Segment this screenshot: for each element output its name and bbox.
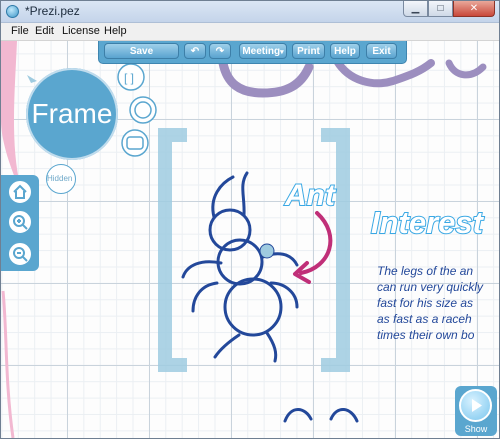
canvas-artwork: Ant Interest The legs of the an can run … [1,41,487,438]
body-line: fast for his size as [377,296,473,310]
exit-button[interactable]: Exit [366,43,397,59]
pink-wave-decoration [1,41,23,196]
show-label: Show [464,424,488,434]
body-line: The legs of the an [377,264,473,278]
ant-label: Ant [284,179,337,212]
play-icon [459,389,492,422]
interesting-heading: Interest [371,205,485,240]
print-button[interactable]: Print [292,43,325,59]
purple-brush-stroke-2 [333,57,435,88]
prezi-window: *Prezi.pez ▁ □ ✕ File Edit License Help [0,0,500,439]
partial-ant-bottom [283,408,359,423]
pointer-hand-icon [259,243,275,259]
body-text-block: The legs of the an can run very quickly … [377,264,484,342]
redo-icon: ↷ [215,46,225,57]
frame-bracket-left [158,128,187,372]
zoom-out-icon [13,247,28,262]
zoom-controls [1,175,39,271]
bracket-frame-icon[interactable]: [ ] [124,71,134,85]
zoom-in-icon [13,215,28,230]
undo-icon: ↶ [190,46,200,57]
dropdown-arrow-icon: ▾ [280,49,284,56]
redo-button[interactable]: ↷ [209,43,231,59]
home-icon [13,184,27,199]
undo-button[interactable]: ↶ [184,43,206,59]
purple-brush-stroke-3 [445,59,487,79]
meeting-button[interactable]: Meeting▾ [239,43,287,59]
frame-tool-circle[interactable]: Frame [26,68,118,160]
zoom-in-button[interactable] [9,211,31,233]
frame-shape-options: [ ] [117,63,157,157]
hidden-frame-label: Hidden [47,174,73,183]
meeting-label: Meeting [242,46,281,57]
purple-brush-stroke-1 [218,58,314,98]
prezi-toolbar: Save ↶ ↷ Meeting▾ Print Help Exit [98,41,407,64]
body-line: can run very quickly [377,280,484,294]
pink-stroke-decoration [1,290,15,438]
body-line: times their own bo [377,328,475,342]
show-button[interactable]: Show [455,386,497,436]
zoom-out-button[interactable] [9,243,31,265]
frame-bracket-right [321,128,350,372]
save-button[interactable]: Save [104,43,179,59]
ant-doodle [181,171,299,363]
help-button[interactable]: Help [330,43,360,59]
body-line: as fast as a raceh [377,312,472,326]
move-arrow-icon [27,75,37,83]
home-button[interactable] [9,181,31,203]
